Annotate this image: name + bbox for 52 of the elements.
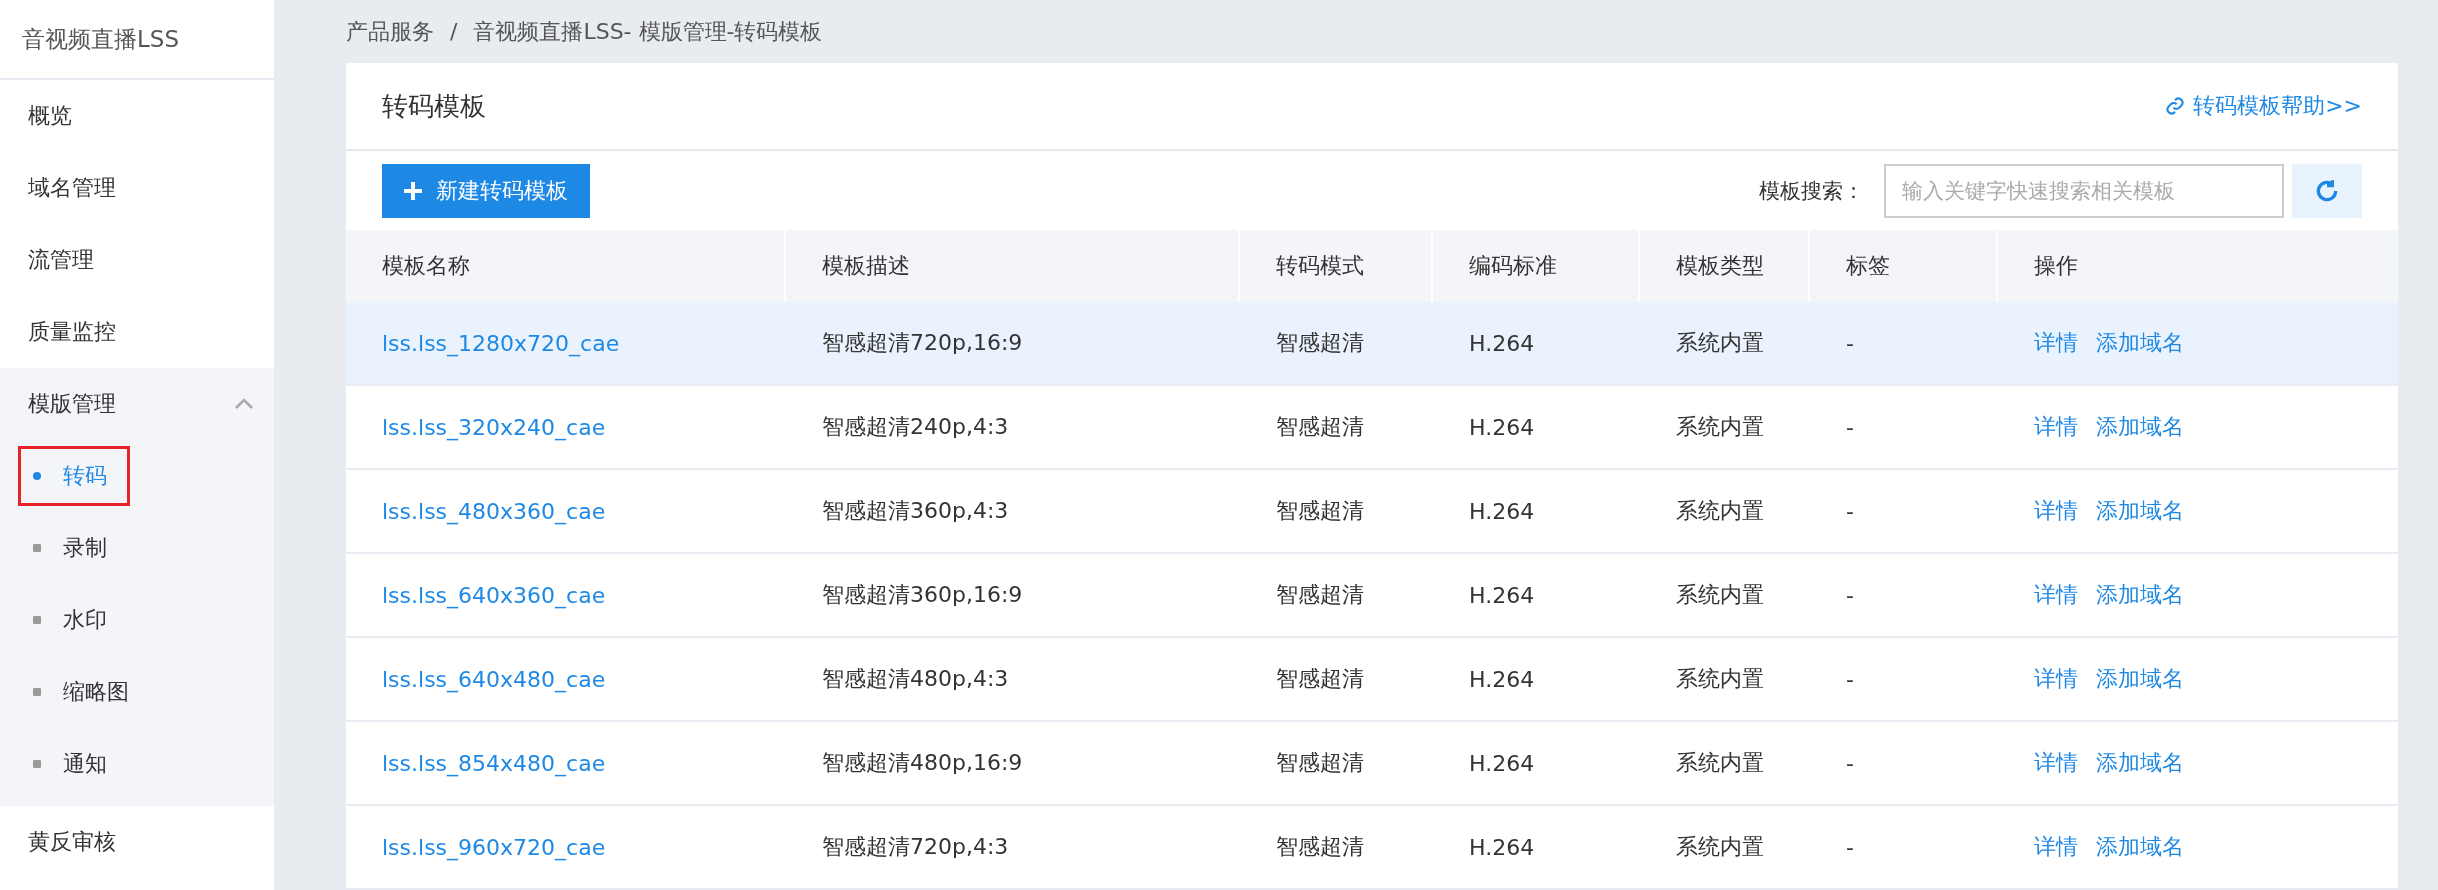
action-link[interactable]: 详情 <box>2034 412 2078 442</box>
sidebar-subitem[interactable]: 录制 <box>18 518 130 578</box>
sidebar-subitem[interactable]: 转码 <box>18 446 130 506</box>
template-name-link[interactable]: lss.lss_320x240_cae <box>382 414 606 440</box>
action-link[interactable]: 添加域名 <box>2096 748 2184 778</box>
column-header: 模板类型 <box>1640 230 1810 302</box>
action-link[interactable]: 添加域名 <box>2096 328 2184 358</box>
action-link[interactable]: 详情 <box>2034 580 2078 610</box>
breadcrumb-separator: / <box>450 19 458 44</box>
action-link[interactable]: 详情 <box>2034 748 2078 778</box>
template-name-link[interactable]: lss.lss_854x480_cae <box>382 750 606 776</box>
card-title: 转码模板 <box>382 89 486 123</box>
column-header: 模板名称 <box>346 230 786 302</box>
table-cell: H.264 <box>1433 302 1640 386</box>
action-link[interactable]: 添加域名 <box>2096 496 2184 526</box>
plus-icon <box>402 179 424 202</box>
action-link[interactable]: 添加域名 <box>2096 832 2184 862</box>
column-header: 模板描述 <box>786 230 1240 302</box>
template-name-link[interactable]: lss.lss_960x720_cae <box>382 834 606 860</box>
column-header: 编码标准 <box>1433 230 1640 302</box>
table-cell: 智感超清 <box>1240 302 1433 386</box>
template-name-link[interactable]: lss.lss_640x360_cae <box>382 582 606 608</box>
template-name-link[interactable]: lss.lss_1280x720_cae <box>382 330 620 356</box>
table-cell: 智感超清720p,16:9 <box>786 302 1240 386</box>
breadcrumb-item[interactable]: 产品服务 <box>346 16 434 47</box>
table-cell: 系统内置 <box>1640 302 1810 386</box>
sidebar-subitem[interactable]: 通知 <box>18 734 130 794</box>
search-label: 模板搜索： <box>1759 177 1864 205</box>
action-link[interactable]: 添加域名 <box>2096 580 2184 610</box>
action-link[interactable]: 详情 <box>2034 328 2078 358</box>
template-name-link[interactable]: lss.lss_640x480_cae <box>382 666 606 692</box>
column-header: 操作 <box>1998 230 2398 302</box>
action-link[interactable]: 添加域名 <box>2096 412 2184 442</box>
action-link[interactable]: 详情 <box>2034 664 2078 694</box>
action-link[interactable]: 详情 <box>2034 832 2078 862</box>
sidebar-item[interactable]: 模版管理 <box>0 368 274 440</box>
refresh-button[interactable] <box>2292 163 2362 218</box>
help-link[interactable]: 转码模板帮助>> <box>2165 91 2362 121</box>
sidebar-subitem[interactable]: 水印 <box>18 590 130 650</box>
new-template-button[interactable]: 新建转码模板 <box>382 163 590 218</box>
action-link[interactable]: 详情 <box>2034 496 2078 526</box>
sidebar-subitem[interactable]: 缩略图 <box>18 662 152 722</box>
chevron-up-icon <box>234 398 254 410</box>
breadcrumb-item: 音视频直播LSS- 模版管理-转码模板 <box>473 17 823 46</box>
table-cell: - <box>1810 302 1998 386</box>
template-name-link[interactable]: lss.lss_480x360_cae <box>382 498 606 524</box>
action-link[interactable]: 添加域名 <box>2096 664 2184 694</box>
column-header: 标签 <box>1810 230 1998 302</box>
search-field[interactable]: 输入关键字快速搜索相关模板 <box>1884 163 2284 218</box>
column-header: 转码模式 <box>1240 230 1433 302</box>
link-icon <box>2165 96 2186 116</box>
refresh-icon <box>2314 177 2340 204</box>
